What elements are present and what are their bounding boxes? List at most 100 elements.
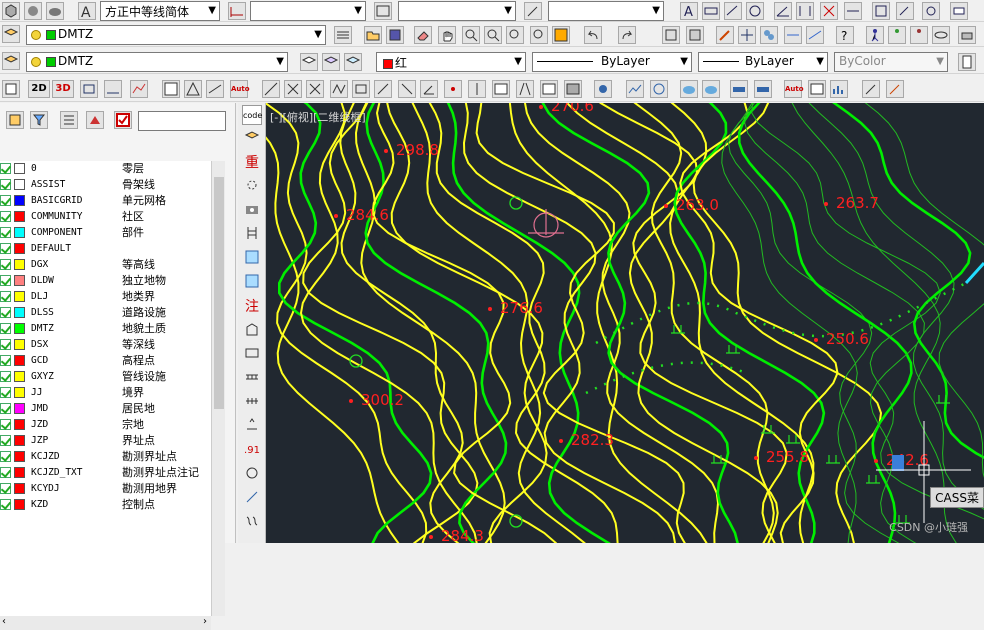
layer-color-swatch[interactable] xyxy=(14,355,25,366)
zoom-previous-icon[interactable] xyxy=(530,26,548,44)
layer-filter-icon[interactable] xyxy=(30,111,48,129)
layer-row[interactable]: GCD高程点 xyxy=(0,353,211,369)
chart-icon[interactable] xyxy=(830,80,848,98)
eraser-icon[interactable] xyxy=(414,26,432,44)
viewport-label[interactable]: [-][俯视][二维线框] xyxy=(270,109,366,125)
fence-icon[interactable] xyxy=(242,393,262,413)
layer-previous-icon[interactable] xyxy=(334,26,352,44)
layer-visible-checkbox[interactable] xyxy=(0,291,11,302)
mleader-style-icon[interactable] xyxy=(524,2,542,20)
layer-row[interactable]: GXYZ管线设施 xyxy=(0,369,211,385)
layer-color-swatch[interactable] xyxy=(14,403,25,414)
vertical-line-icon[interactable] xyxy=(468,80,486,98)
layer-combo-2[interactable]: DMTZ▼ xyxy=(26,52,288,72)
layer-row[interactable]: DSX等深线 xyxy=(0,337,211,353)
layer-visible-checkbox[interactable] xyxy=(0,323,11,334)
auto-icon-2[interactable]: Auto xyxy=(784,80,802,98)
dim-edit-icon[interactable] xyxy=(896,2,914,20)
table-edit-icon[interactable] xyxy=(808,80,826,98)
layer-color-swatch[interactable] xyxy=(14,371,25,382)
help-icon[interactable]: ? xyxy=(836,26,854,44)
layer-row[interactable]: JMD居民地 xyxy=(0,401,211,417)
table-icon[interactable] xyxy=(540,80,558,98)
layer-color-swatch[interactable] xyxy=(14,195,25,206)
redo-icon[interactable] xyxy=(618,26,636,44)
layer-list-vscroll[interactable] xyxy=(211,161,225,616)
layer-visible-checkbox[interactable] xyxy=(0,499,11,510)
map-icon[interactable] xyxy=(242,249,262,269)
layer-list-icon[interactable] xyxy=(60,111,78,129)
layer-state-icon[interactable] xyxy=(6,111,24,129)
fill-icon[interactable] xyxy=(564,80,582,98)
draw-line-icon[interactable] xyxy=(262,80,280,98)
trim-icon[interactable] xyxy=(784,26,802,44)
rail-icon[interactable] xyxy=(242,369,262,389)
layer-color-swatch[interactable] xyxy=(14,307,25,318)
box-icon[interactable] xyxy=(80,80,98,98)
dim-break-icon[interactable] xyxy=(844,2,862,20)
cube-icon[interactable] xyxy=(2,2,20,20)
layer-row[interactable]: JJ境界 xyxy=(0,385,211,401)
map-edit-icon[interactable] xyxy=(242,273,262,293)
zoom-extents-icon[interactable] xyxy=(506,26,524,44)
layer-row[interactable]: KCYDJ勘测用地界 xyxy=(0,481,211,497)
tree-icon[interactable] xyxy=(242,417,262,437)
layer-visible-checkbox[interactable] xyxy=(0,467,11,478)
road-icon[interactable] xyxy=(516,80,534,98)
layer-color-swatch[interactable] xyxy=(14,387,25,398)
brush-icon[interactable] xyxy=(716,26,734,44)
drawing-canvas[interactable]: 298.8284.6276.6263.0263.7250.6300.2282.3… xyxy=(266,103,984,543)
layer-prev-icon[interactable] xyxy=(344,53,362,71)
layer-visible-checkbox[interactable] xyxy=(0,179,11,190)
layer-visible-checkbox[interactable] xyxy=(0,195,11,206)
scroll-thumb[interactable] xyxy=(214,177,224,409)
layer-visible-checkbox[interactable] xyxy=(0,435,11,446)
measure-icon[interactable] xyxy=(104,80,122,98)
draw-x-icon[interactable] xyxy=(284,80,302,98)
rect-icon[interactable] xyxy=(242,345,262,365)
page-icon[interactable] xyxy=(958,53,976,71)
dim-baseline-icon[interactable] xyxy=(796,2,814,20)
layer-visible-checkbox[interactable] xyxy=(0,419,11,430)
layer-row[interactable]: KCJZD_TXT勘测界址点注记 xyxy=(0,465,211,481)
save-icon[interactable] xyxy=(386,26,404,44)
grid-list-icon[interactable] xyxy=(492,80,510,98)
layer-visible-checkbox[interactable] xyxy=(0,163,11,174)
layer-color-swatch[interactable] xyxy=(14,483,25,494)
layer-row[interactable]: ASSIST骨架线 xyxy=(0,177,211,193)
dim-delete-icon[interactable] xyxy=(820,2,838,20)
dim-angular-icon[interactable] xyxy=(774,2,792,20)
layer-color-swatch[interactable] xyxy=(14,435,25,446)
layer-visible-checkbox[interactable] xyxy=(0,403,11,414)
cloud-down-icon[interactable] xyxy=(702,80,720,98)
make-current-icon[interactable] xyxy=(300,53,318,71)
scroll-right-icon[interactable]: › xyxy=(203,616,207,627)
contour-icon[interactable] xyxy=(650,80,668,98)
dots-button[interactable] xyxy=(242,177,262,197)
layer-list-hscroll[interactable]: ‹› xyxy=(0,616,211,630)
draw-angle-icon[interactable] xyxy=(420,80,438,98)
layer-color-swatch[interactable] xyxy=(14,179,25,190)
run-icon[interactable] xyxy=(888,26,906,44)
edit-pencil-icon[interactable] xyxy=(886,80,904,98)
properties-icon[interactable] xyxy=(552,26,570,44)
cloud-up-icon[interactable] xyxy=(680,80,698,98)
font-combo[interactable]: 方正中等线简体▼ xyxy=(100,1,220,21)
layer-row[interactable]: DEFAULT xyxy=(0,241,211,257)
car-icon[interactable] xyxy=(730,80,748,98)
layer-color-swatch[interactable] xyxy=(14,291,25,302)
layer-combo[interactable]: DMTZ▼ xyxy=(26,25,326,45)
mleader-style-combo[interactable]: ▼ xyxy=(548,1,664,21)
layer-visible-checkbox[interactable] xyxy=(0,387,11,398)
walk-icon[interactable] xyxy=(866,26,884,44)
layer-visible-checkbox[interactable] xyxy=(0,211,11,222)
layer-color-swatch[interactable] xyxy=(14,339,25,350)
layer-color-swatch[interactable] xyxy=(14,499,25,510)
contour-map[interactable]: 298.8284.6276.6263.0263.7250.6300.2282.3… xyxy=(266,103,984,543)
layer-visible-checkbox[interactable] xyxy=(0,227,11,238)
wave-icon[interactable] xyxy=(242,513,262,533)
circle-icon[interactable] xyxy=(242,465,262,485)
diagonal-icon[interactable] xyxy=(242,489,262,509)
zoom-window-icon[interactable] xyxy=(484,26,502,44)
edit-pen-icon[interactable] xyxy=(862,80,880,98)
